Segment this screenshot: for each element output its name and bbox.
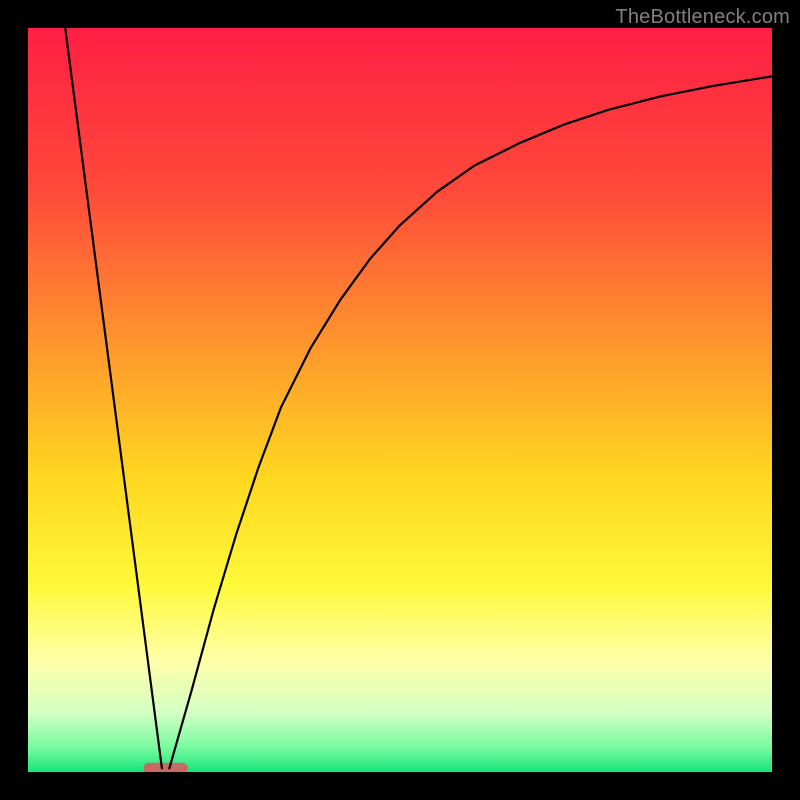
gradient-background [28,28,772,772]
chart-svg [28,28,772,772]
optimal-range-marker [143,763,188,772]
chart-frame: TheBottleneck.com [0,0,800,800]
watermark-text: TheBottleneck.com [615,6,790,29]
plot-area [28,28,772,772]
